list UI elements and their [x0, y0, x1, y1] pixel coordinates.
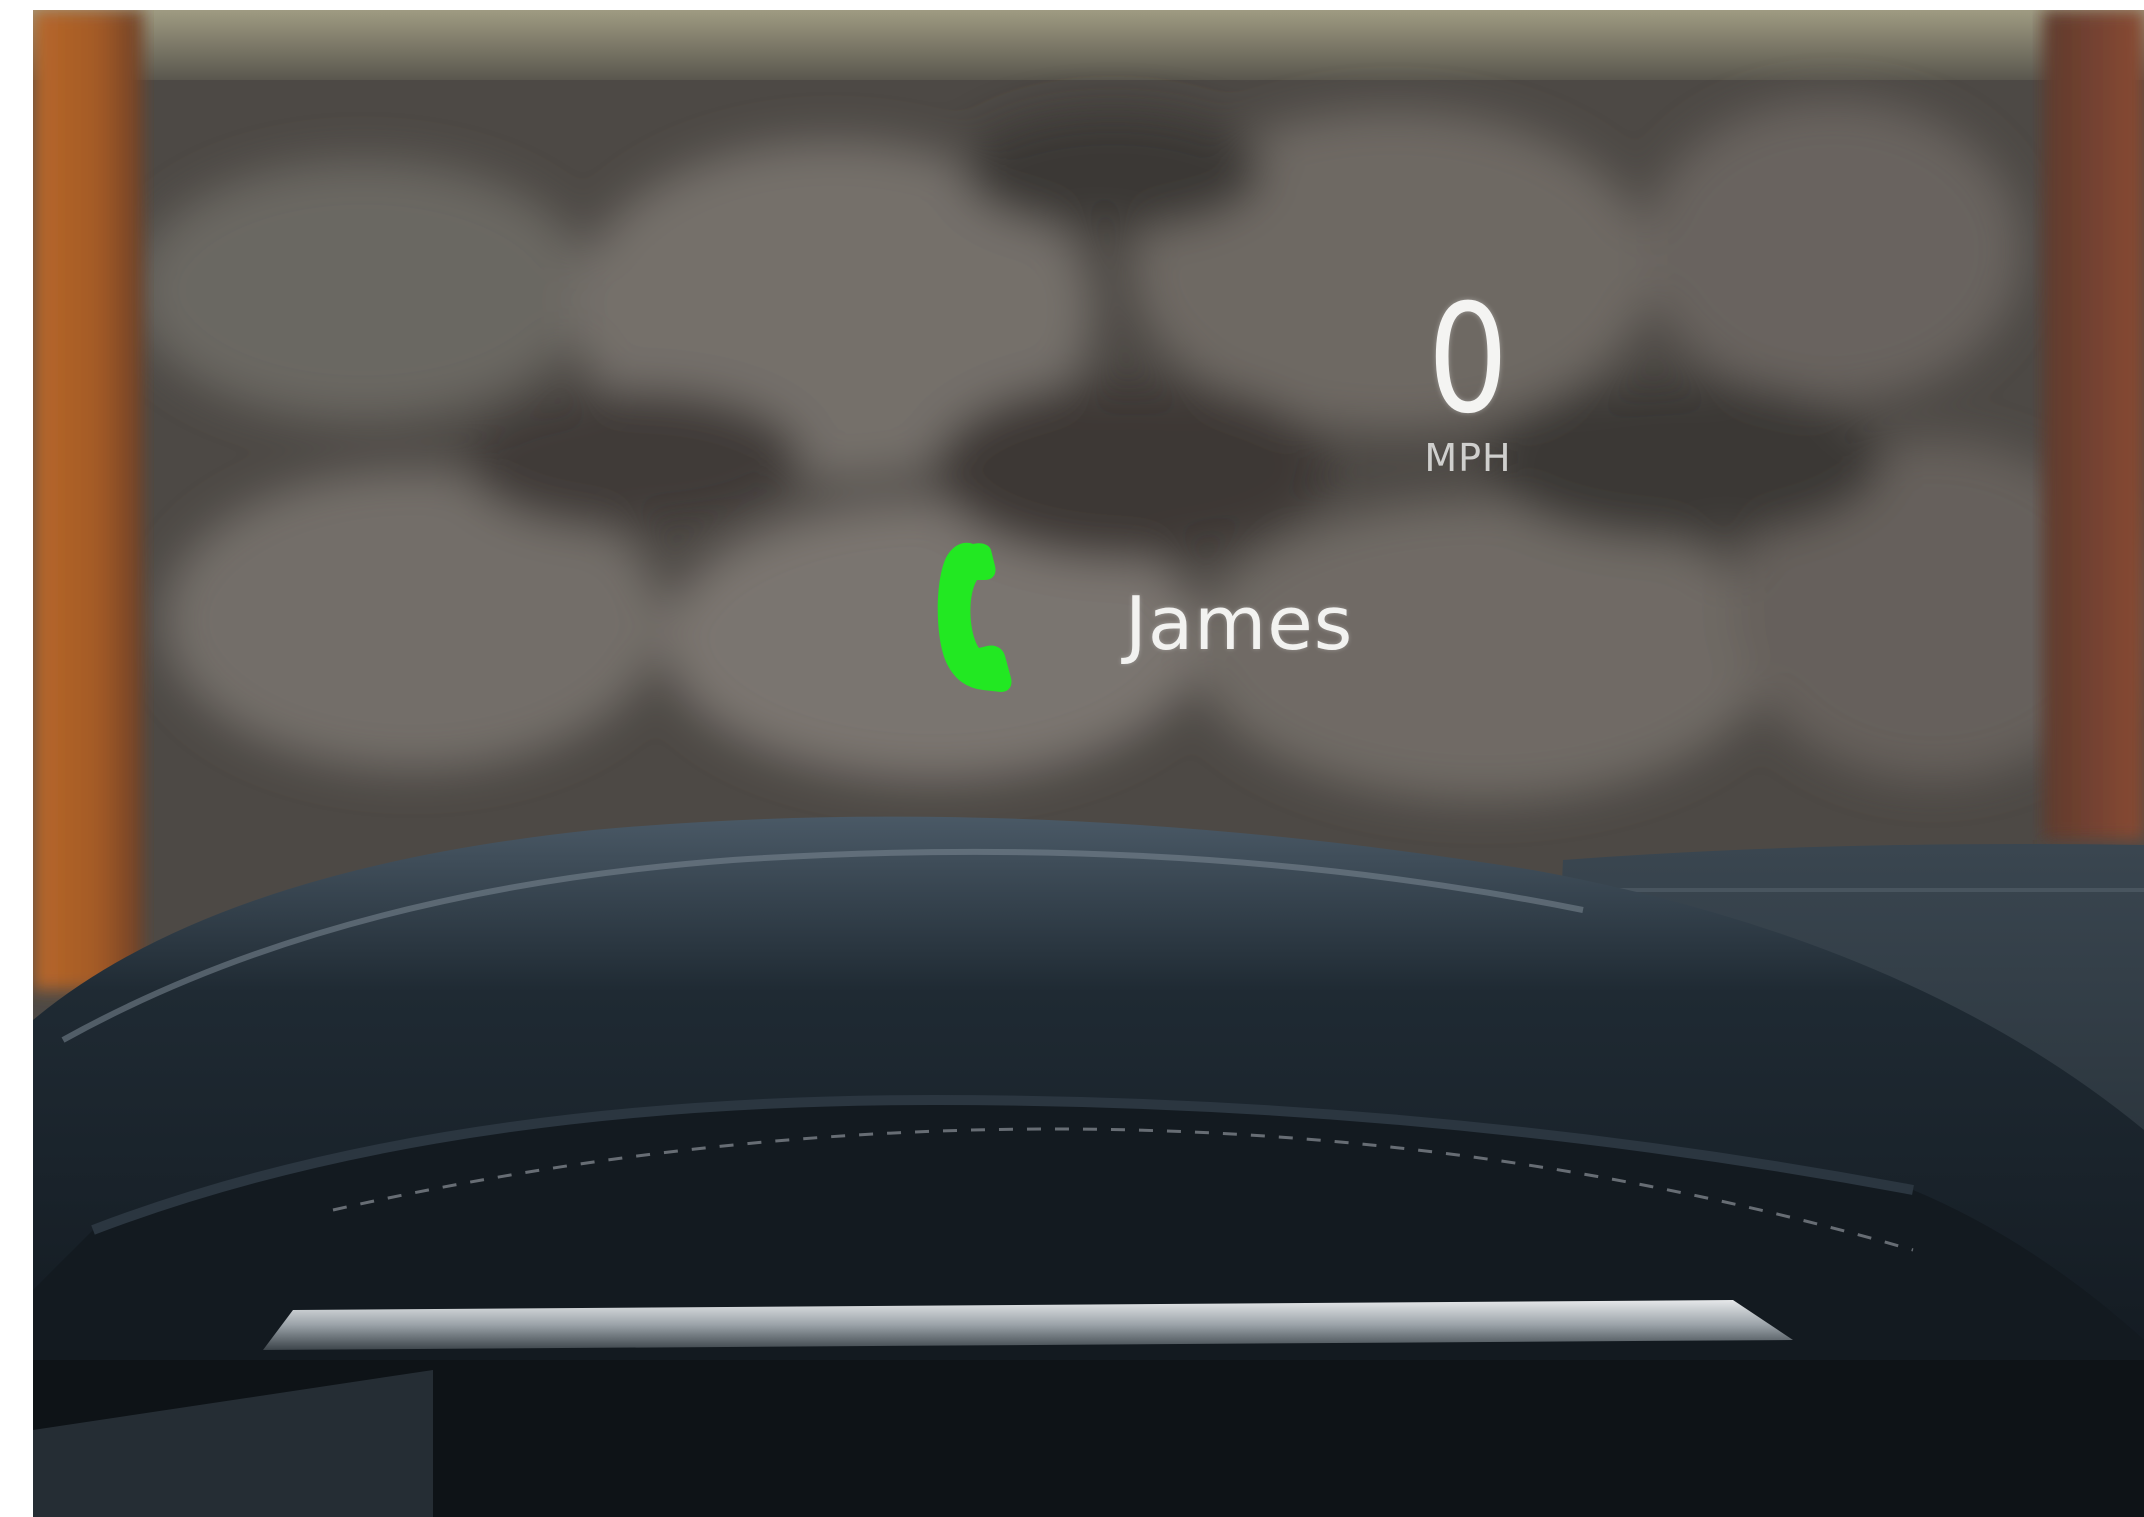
phone-icon [937, 542, 1012, 692]
windshield-view: 0 MPH James [33, 10, 2144, 1517]
incoming-call-indicator: James [933, 530, 1453, 710]
head-up-display: 0 MPH James [33, 10, 2144, 1517]
caller-name: James [1125, 581, 1354, 667]
speed-value: 0 [1427, 273, 1509, 447]
photo-frame: 0 MPH James [0, 0, 2144, 1517]
speedometer: 0 MPH [1388, 285, 1548, 479]
